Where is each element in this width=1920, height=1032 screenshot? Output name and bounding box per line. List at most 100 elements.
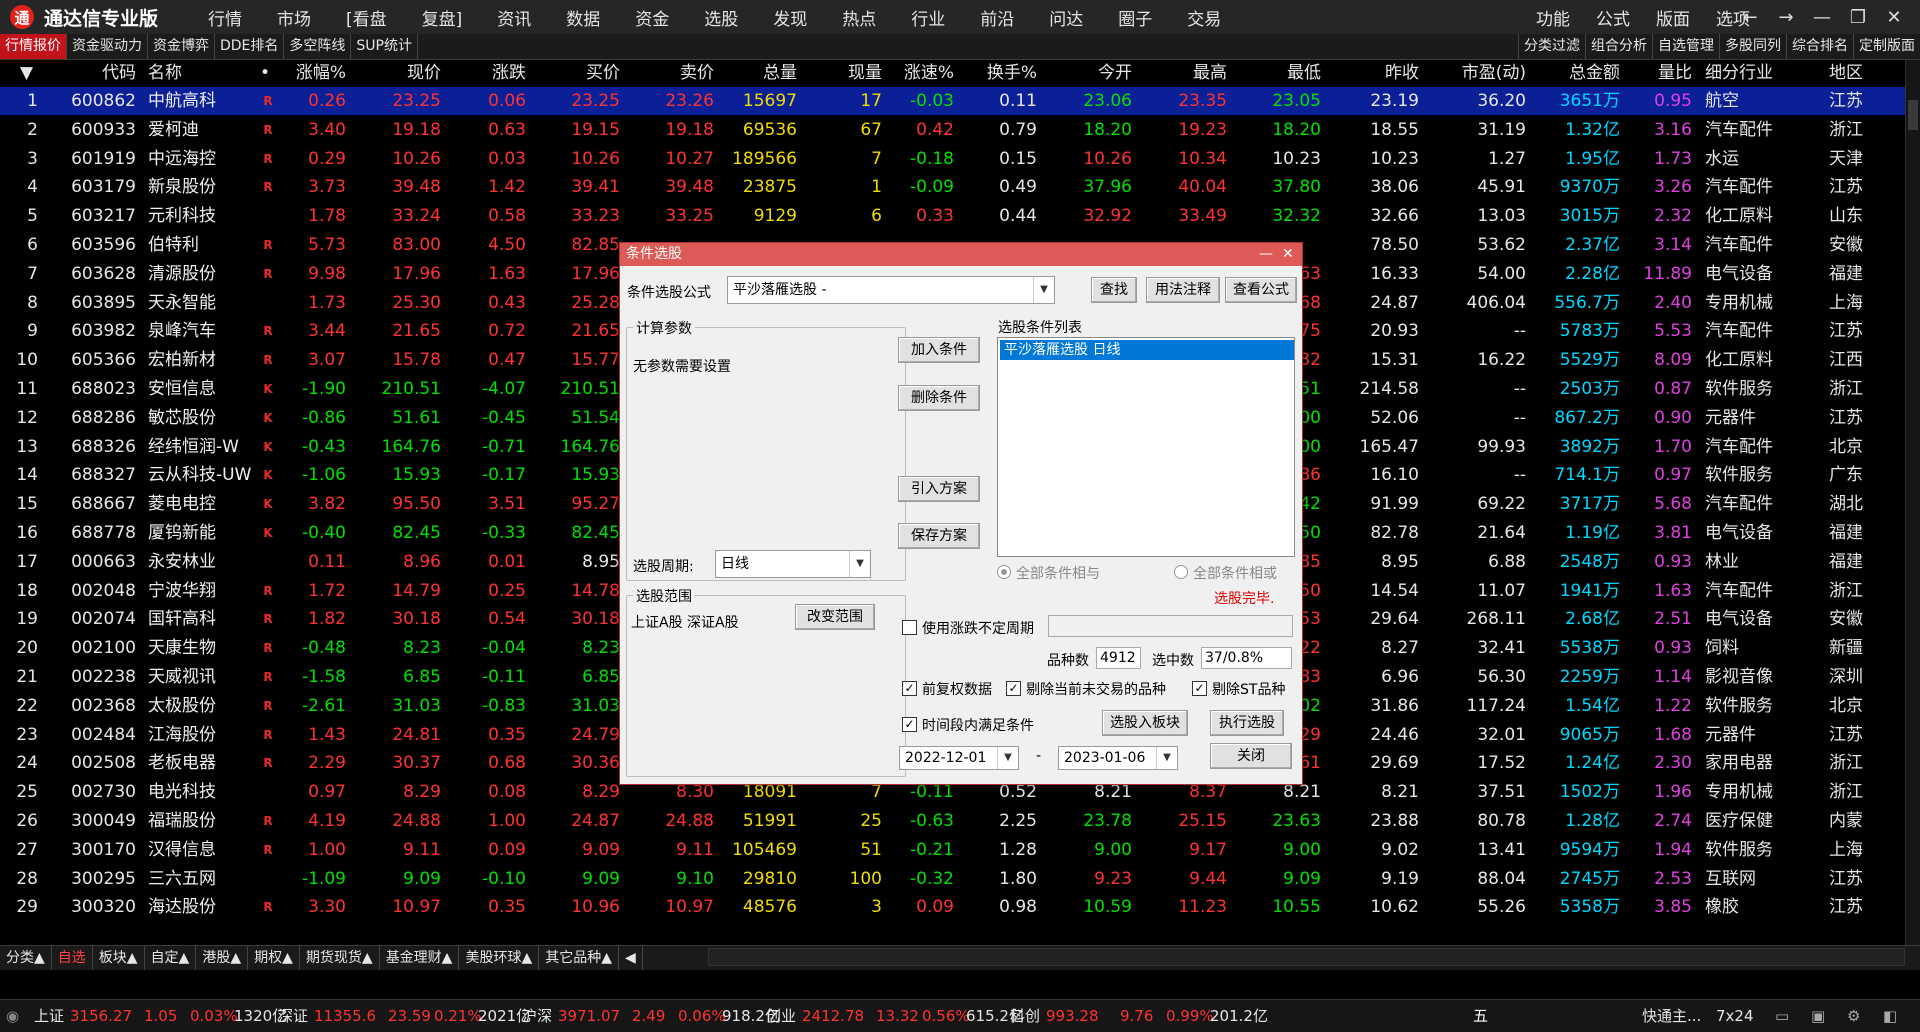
restore-icon[interactable]: ❐ — [1840, 7, 1876, 28]
column-header[interactable]: 今开 — [1098, 60, 1132, 86]
formula-select[interactable]: 平沙落雁选股 - ▼ — [727, 276, 1055, 304]
chat-icon[interactable]: ▣ — [1811, 1000, 1825, 1032]
table-row[interactable]: 3 601919 中远海控 R 0.29 10.26 0.03 10.26 10.27 18956… — [0, 145, 1905, 173]
menu-item[interactable]: 行情 — [208, 5, 242, 30]
column-header[interactable]: 涨跌 — [492, 60, 526, 86]
right-menu-item[interactable]: 公式 — [1596, 5, 1630, 30]
menu-item[interactable]: 交易 — [1187, 5, 1221, 30]
bottom-tab[interactable]: ◀ — [619, 946, 643, 970]
vertical-scrollbar[interactable] — [1905, 60, 1920, 965]
right-menu-item[interactable]: 版面 — [1656, 5, 1690, 30]
close-button[interactable]: 关闭 — [1210, 743, 1292, 769]
column-header[interactable]: 昨收 — [1385, 60, 1419, 86]
sub-tab[interactable]: 资金驱动力 — [67, 34, 148, 59]
status-index-label[interactable]: 上证 — [34, 1000, 64, 1032]
table-row[interactable]: 26 300049 福瑞股份 R 4.19 24.88 1.00 24.87 24.88 5199… — [0, 807, 1905, 835]
delete-condition-button[interactable]: 删除条件 — [898, 385, 980, 411]
column-header[interactable]: 代码 — [102, 60, 136, 86]
sub-tab[interactable]: DDE排名 — [215, 34, 285, 59]
float-period-checkbox[interactable] — [902, 620, 917, 635]
menu-item[interactable]: 前沿 — [980, 5, 1014, 30]
column-header[interactable]: 总金额 — [1569, 60, 1620, 86]
menu-item[interactable]: 问达 — [1049, 5, 1083, 30]
radio-all-and[interactable] — [997, 565, 1011, 579]
column-header[interactable]: 涨幅% — [296, 60, 346, 86]
column-header[interactable]: 现价 — [407, 60, 441, 86]
menu-item[interactable]: [看盘 — [346, 5, 387, 30]
status-index-label[interactable]: 深证 — [278, 1000, 308, 1032]
table-row[interactable]: 2 600933 爱柯迪 R 3.40 19.18 0.63 19.15 19.18 69536 6… — [0, 116, 1905, 144]
date-from-picker[interactable]: 2022-12-01 ▼ — [899, 746, 1019, 770]
forward-icon[interactable]: → — [1768, 7, 1804, 28]
settings-icon[interactable]: ◧ — [1883, 1000, 1897, 1032]
bottom-tab[interactable]: 期货现货▲ — [300, 946, 380, 970]
column-header[interactable]: 换手% — [987, 60, 1037, 86]
column-header[interactable]: 地区 — [1829, 60, 1863, 86]
horizontal-scrollbar[interactable] — [708, 948, 1905, 966]
find-button[interactable]: 查找 — [1091, 277, 1137, 303]
status-index-label[interactable]: 科创 — [1010, 1000, 1040, 1032]
bottom-tab[interactable]: 美股环球▲ — [459, 946, 540, 970]
status-index-label[interactable]: 沪深 — [522, 1000, 552, 1032]
sub-tab-right[interactable]: 多股同列 — [1719, 34, 1786, 59]
sub-tab[interactable]: 多空阵线 — [284, 34, 352, 59]
condition-list-item[interactable]: 平沙落雁选股 日线 — [1000, 340, 1294, 360]
time-range-checkbox[interactable]: ✓ — [902, 717, 917, 732]
menu-item[interactable]: 行业 — [911, 5, 945, 30]
sub-tab[interactable]: SUP统计 — [351, 34, 418, 59]
bottom-tab[interactable]: 自选 — [52, 946, 93, 970]
menu-item[interactable]: 选股 — [704, 5, 738, 30]
menu-item[interactable]: 数据 — [566, 5, 600, 30]
clock-label[interactable]: 7x24 — [1716, 1000, 1754, 1032]
status-index-label[interactable]: 创业 — [766, 1000, 796, 1032]
period-select[interactable]: 日线 ▼ — [715, 550, 871, 578]
column-header[interactable]: 涨速% — [904, 60, 954, 86]
column-header[interactable]: 量比 — [1658, 60, 1692, 86]
column-header[interactable]: 最高 — [1193, 60, 1227, 86]
dialog-close-icon[interactable]: ✕ — [1282, 243, 1294, 266]
scrollbar-thumb[interactable] — [1908, 100, 1918, 130]
dialog-minimize-icon[interactable]: — — [1259, 243, 1273, 266]
view-formula-button[interactable]: 查看公式 — [1225, 277, 1297, 303]
column-header[interactable]: 细分行业 — [1705, 60, 1773, 86]
add-to-block-button[interactable]: 选股入板块 — [1102, 710, 1188, 736]
bottom-tab[interactable]: 期权▲ — [248, 946, 300, 970]
float-period-field[interactable] — [1048, 615, 1293, 637]
radio-all-or[interactable] — [1174, 565, 1188, 579]
menu-item[interactable]: 发现 — [773, 5, 807, 30]
table-row[interactable]: 1 600862 中航高科 R 0.26 23.25 0.06 23.25 23.26 15697… — [0, 87, 1905, 115]
keyboard-icon[interactable]: ▭ — [1775, 1000, 1789, 1032]
usage-notes-button[interactable]: 用法注释 — [1146, 277, 1220, 303]
table-row[interactable]: 28 300295 三六五网 -1.09 9.09 -0.10 9.09 9.10 29810 1… — [0, 865, 1905, 893]
sub-tab-right[interactable]: 综合排名 — [1786, 34, 1853, 59]
chevron-down-icon[interactable]: ▼ — [997, 747, 1018, 769]
sub-tab-right[interactable]: 分类过滤 — [1518, 34, 1585, 59]
broker-label[interactable]: 快通主... — [1642, 1000, 1701, 1032]
add-condition-button[interactable]: 加入条件 — [898, 337, 980, 363]
remove-untraded-checkbox[interactable]: ✓ — [1006, 681, 1021, 696]
back-icon[interactable]: ← — [1732, 7, 1768, 28]
column-header[interactable]: 买价 — [586, 60, 620, 86]
bottom-tab[interactable]: 分类▲ — [0, 946, 52, 970]
menu-item[interactable]: 复盘] — [422, 5, 463, 30]
menu-item[interactable]: 圈子 — [1118, 5, 1152, 30]
bottom-tab[interactable]: 基金理财▲ — [380, 946, 460, 970]
gear-icon[interactable]: ⚙ — [1847, 1000, 1860, 1032]
column-header[interactable]: 总量 — [763, 60, 797, 86]
column-header[interactable]: 名称 — [148, 60, 182, 86]
column-header[interactable]: 卖价 — [680, 60, 714, 86]
remove-st-checkbox[interactable]: ✓ — [1192, 681, 1207, 696]
bottom-tab[interactable]: 板块▲ — [93, 946, 145, 970]
ime-indicator[interactable]: 五 — [1473, 1000, 1488, 1032]
column-header[interactable]: 市盈(动) — [1462, 60, 1526, 86]
table-row[interactable]: 29 300320 海达股份 R 3.30 10.97 0.35 10.96 10.97 4857… — [0, 893, 1905, 921]
menu-item[interactable]: 市场 — [277, 5, 311, 30]
change-range-button[interactable]: 改变范围 — [795, 604, 875, 630]
menu-item[interactable]: 热点 — [842, 5, 876, 30]
right-menu-item[interactable]: 功能 — [1536, 5, 1570, 30]
chevron-down-icon[interactable]: ▼ — [1156, 747, 1177, 769]
adjust-checkbox[interactable]: ✓ — [902, 681, 917, 696]
import-plan-button[interactable]: 引入方案 — [898, 476, 980, 502]
bottom-tab[interactable]: 港股▲ — [196, 946, 249, 970]
bottom-tab[interactable]: 自定▲ — [145, 946, 197, 970]
